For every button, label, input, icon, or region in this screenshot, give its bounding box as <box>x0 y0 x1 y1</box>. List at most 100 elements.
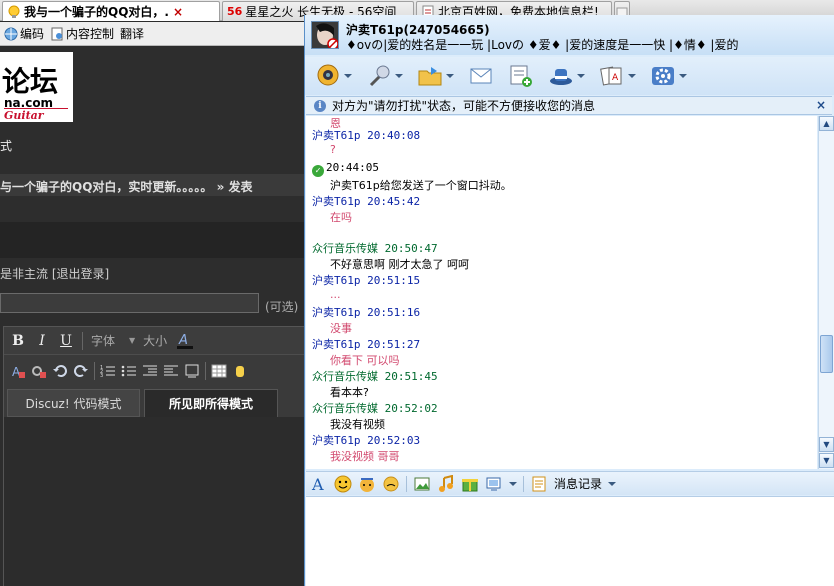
chevron-down-icon: ▼ <box>129 336 136 345</box>
send-sms-button[interactable] <box>468 63 494 89</box>
tab-code-mode[interactable]: Discuz! 代码模式 <box>7 389 140 417</box>
message-text: 看本本? <box>330 386 369 399</box>
scrollbar-thumb[interactable] <box>820 335 833 373</box>
scroll-down-button[interactable]: ▼ <box>819 437 834 452</box>
optional-label: (可选) <box>265 300 299 314</box>
magic-emoticon-icon[interactable] <box>358 475 376 493</box>
do-not-disturb-notice: i 对方为"请勿打扰"状态，可能不方便接收您的消息 × <box>306 96 832 115</box>
tab-wysiwyg-mode[interactable]: 所见即所得模式 <box>144 389 278 417</box>
avatar[interactable] <box>311 21 339 49</box>
message-input[interactable] <box>306 496 834 586</box>
lightbulb-icon <box>8 5 20 18</box>
topic-title: 与一个骗子的QQ对白，实时更新。。。。。 » 发表 <box>0 174 305 196</box>
indent-icon[interactable] <box>163 363 179 379</box>
message-history-button[interactable]: 消息记录 <box>554 475 602 492</box>
mode-label: 式 <box>0 139 13 153</box>
message-history[interactable]: 恩沪卖T61p 20:40:08? ✓ 20:44:05 沪卖T61p给您发送了一个窗… <box>306 116 817 469</box>
post-title-input[interactable] <box>0 293 259 313</box>
chevron-down-icon[interactable] <box>608 481 617 486</box>
gear-icon <box>652 67 674 85</box>
divider-band <box>0 222 305 258</box>
editor-format-toolbar: B I U 字体 ▼ 大小 A <box>4 327 304 355</box>
browser-toolbar: 编码 内容控制 翻译 <box>0 22 305 46</box>
create-discussion-button[interactable] <box>508 63 534 89</box>
envelope-icon <box>470 68 492 84</box>
add-member-icon <box>510 65 532 87</box>
chevron-down-icon[interactable] <box>446 74 454 78</box>
message-scrollbar[interactable]: ▲ ▼ ▼ <box>818 116 834 469</box>
screenshot-icon[interactable] <box>485 475 503 493</box>
chevron-down-icon[interactable] <box>679 74 687 78</box>
translate-button[interactable]: 翻译 <box>120 25 144 42</box>
font-select[interactable]: 字体 ▼ <box>91 332 135 349</box>
chevron-down-icon[interactable] <box>577 74 585 78</box>
56-logo-icon: 56 <box>227 4 243 18</box>
close-icon[interactable]: × <box>816 98 826 112</box>
bold-button[interactable]: B <box>10 333 26 349</box>
content-control-button[interactable]: 内容控制 <box>50 25 114 42</box>
chevron-down-icon[interactable] <box>628 74 636 78</box>
nudge-icon[interactable] <box>382 475 400 493</box>
input-toolbar: A 消息记录 <box>306 471 834 495</box>
size-select[interactable]: 大小 <box>143 332 167 349</box>
qq-header: 沪卖T61p(247054665) ♦ovの|爱的姓名是一一玩 |Lovの ♦爱… <box>305 15 834 55</box>
image-icon[interactable] <box>413 475 431 493</box>
qq-chat-window: 沪卖T61p(247054665) ♦ovの|爱的姓名是一一玩 |Lovの ♦爱… <box>304 15 834 586</box>
message-text: ... <box>330 288 341 301</box>
editor-tools-toolbar: A 123 <box>4 357 304 385</box>
message-header: ✓ 20:44:05 <box>312 161 379 177</box>
scroll-up-button[interactable]: ▲ <box>819 116 834 131</box>
ordered-list-icon[interactable]: 123 <box>100 363 116 379</box>
folder-icon <box>418 67 442 86</box>
settings-button[interactable] <box>650 63 687 89</box>
message-header: 沪卖T61p 20:40:08 <box>312 129 421 142</box>
browser-tab-qq-story[interactable]: 我与一个骗子的QQ对白，. × <box>2 1 220 21</box>
chevron-down-icon[interactable] <box>509 481 517 486</box>
message-text: 不好意思啊 刚才太急了 呵呵 <box>330 258 469 271</box>
italic-button[interactable]: I <box>34 333 50 349</box>
contact-photo-icon <box>312 22 338 48</box>
align-icon[interactable] <box>184 363 200 379</box>
encoding-button[interactable]: 编码 <box>4 25 44 42</box>
user-status-line[interactable]: 是非主流 [退出登录] <box>0 265 109 282</box>
font-icon[interactable]: A <box>310 475 328 493</box>
emoticon-icon[interactable] <box>334 475 352 493</box>
games-button[interactable]: A <box>599 63 636 89</box>
message-header: 沪卖T61p 20:51:27 <box>312 338 421 351</box>
message-text: 没事 <box>330 322 352 335</box>
message-header: 沪卖T61p 20:51:16 <box>312 306 421 319</box>
hat-icon <box>550 69 572 85</box>
chevron-down-icon[interactable] <box>344 74 352 78</box>
message-history-icon[interactable] <box>530 475 548 493</box>
page-settings-icon <box>51 27 63 40</box>
app-tools-button[interactable] <box>548 63 585 89</box>
close-tab-icon[interactable]: × <box>173 5 183 19</box>
editor-content-area[interactable] <box>4 417 304 586</box>
send-file-button[interactable] <box>417 63 454 89</box>
undo-icon[interactable] <box>52 363 68 379</box>
video-chat-button[interactable] <box>315 63 352 89</box>
forum-logo[interactable]: 论坛 na.com Guitar <box>0 52 73 122</box>
gift-icon[interactable] <box>461 475 479 493</box>
message-text: 我没有视频 <box>330 418 385 431</box>
svg-text:A: A <box>311 475 324 493</box>
hand-icon[interactable] <box>232 363 248 379</box>
voice-chat-button[interactable] <box>366 63 403 89</box>
chevron-down-icon[interactable] <box>395 74 403 78</box>
message-text: 你看下 可以吗 <box>330 354 400 367</box>
browser-tab-label: 我与一个骗子的QQ对白，. <box>24 5 169 19</box>
underline-button[interactable]: U <box>58 333 74 349</box>
clear-format-icon[interactable]: A <box>10 363 26 379</box>
font-color-icon[interactable]: A <box>175 332 195 350</box>
unlink-icon[interactable] <box>31 363 47 379</box>
music-icon[interactable] <box>437 474 455 493</box>
forum-page: 论坛 na.com Guitar 式 与一个骗子的QQ对白，实时更新。。。。。 … <box>0 47 305 586</box>
unordered-list-icon[interactable] <box>121 363 137 379</box>
scroll-to-bottom-button[interactable]: ▼ <box>819 453 834 468</box>
redo-icon[interactable] <box>73 363 89 379</box>
table-icon[interactable] <box>211 363 227 379</box>
outdent-icon[interactable] <box>142 363 158 379</box>
message-header: 沪卖T61p 20:52:03 <box>312 434 421 447</box>
editor-mode-tabs: Discuz! 代码模式 所见即所得模式 <box>4 389 304 417</box>
microphone-icon <box>369 65 390 87</box>
